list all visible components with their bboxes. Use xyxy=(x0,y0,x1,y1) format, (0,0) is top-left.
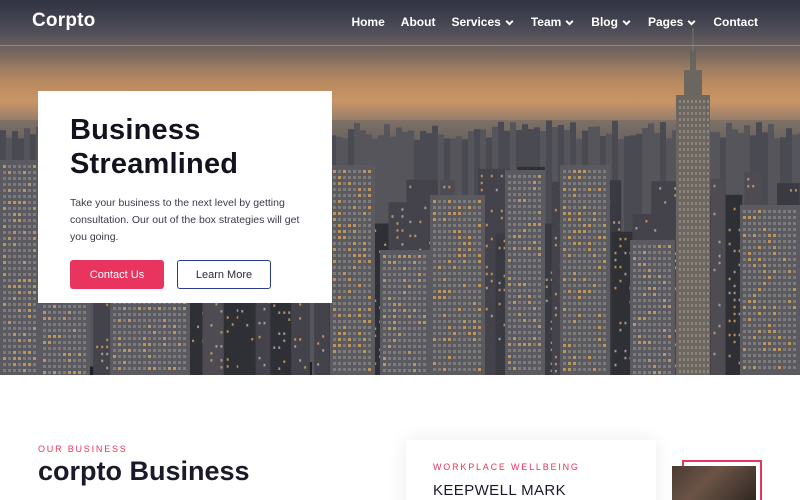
nav-item-label: Pages xyxy=(647,15,684,29)
business-title: corpto Business xyxy=(38,456,250,486)
main-nav: Home About Services Team Blog Pages Cont… xyxy=(335,15,758,29)
nav-item-pages[interactable]: Pages xyxy=(648,15,697,29)
chevron-down-icon xyxy=(565,19,574,26)
chevron-down-icon xyxy=(505,19,514,26)
nav-item-team[interactable]: Team xyxy=(531,15,575,29)
nav-item-contact[interactable]: Contact xyxy=(713,15,758,29)
hero-title-line2: Streamlined xyxy=(70,148,239,180)
wellbeing-eyebrow: WORKPLACE WELLBEING xyxy=(433,462,580,472)
contact-us-button[interactable]: Contact Us xyxy=(70,260,164,289)
nav-item-label: Home xyxy=(351,15,385,29)
nav-item-blog[interactable]: Blog xyxy=(591,15,632,29)
nav-item-label: About xyxy=(400,15,436,29)
hero-description: Take your business to the next level by … xyxy=(70,197,300,243)
business-eyebrow: OUR BUSINESS xyxy=(38,444,128,454)
nav-item-home[interactable]: Home xyxy=(351,15,384,29)
hero-title: Business Streamlined xyxy=(70,113,310,181)
hero-title-line1: Business xyxy=(70,114,201,146)
nav-item-services[interactable]: Services xyxy=(451,15,514,29)
nav-item-about[interactable]: About xyxy=(401,15,436,29)
wellbeing-photo xyxy=(672,466,756,500)
chevron-down-icon xyxy=(687,19,696,26)
brand-logo[interactable]: Corpto xyxy=(32,10,95,32)
nav-item-label: Team xyxy=(530,15,562,29)
hero-card: Business Streamlined Take your business … xyxy=(38,91,332,303)
nav-divider xyxy=(0,45,800,46)
wellbeing-title: KEEPWELL MARK xyxy=(433,482,567,499)
learn-more-button[interactable]: Learn More xyxy=(177,260,271,289)
nav-item-label: Blog xyxy=(591,15,618,29)
hero-buttons: Contact Us Learn More xyxy=(70,260,310,289)
chevron-down-icon xyxy=(622,19,631,26)
nav-item-label: Services xyxy=(451,15,501,29)
nav-item-label: Contact xyxy=(713,15,758,29)
